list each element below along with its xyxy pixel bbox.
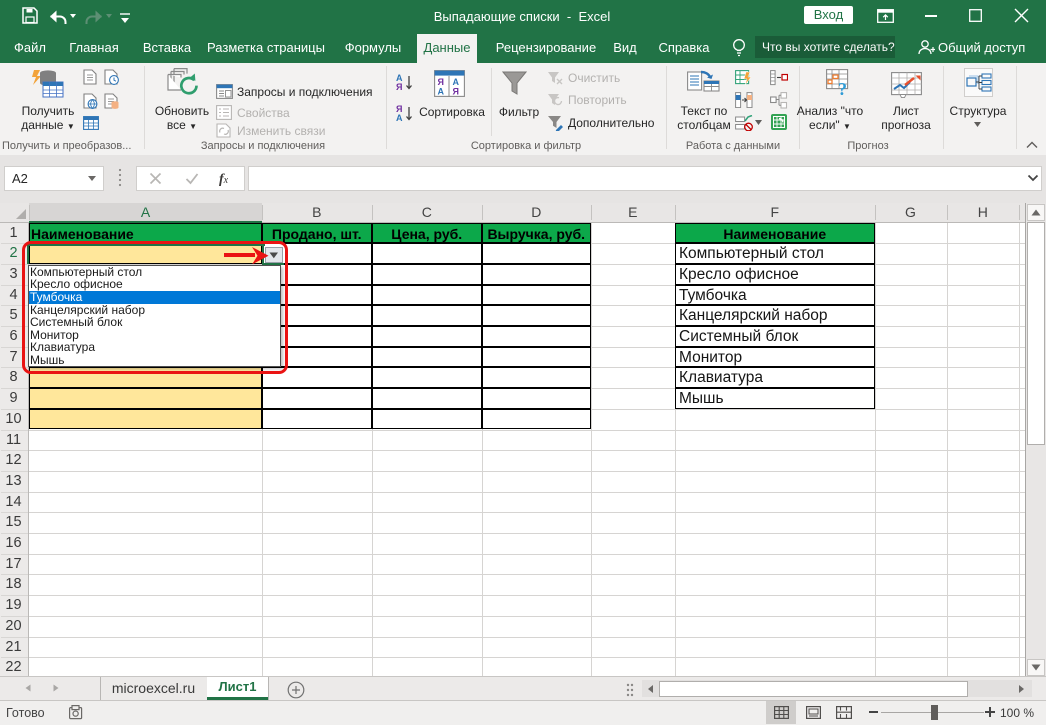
svg-text:Я: Я: [396, 82, 402, 92]
svg-text:А: А: [396, 113, 403, 123]
svg-text:Я: Я: [453, 87, 459, 97]
svg-text:Я: Я: [438, 77, 444, 87]
svg-text:А: А: [453, 77, 460, 87]
svg-text:?: ?: [838, 79, 847, 98]
svg-text:А: А: [438, 87, 445, 97]
